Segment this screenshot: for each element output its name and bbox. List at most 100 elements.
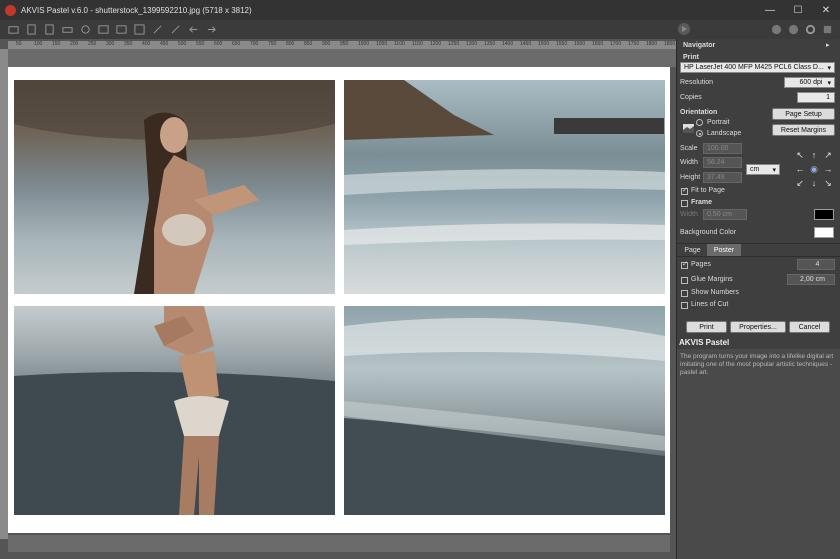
frame-color-swatch[interactable] [814, 209, 834, 220]
ruler-tick-label: 1600 [574, 41, 586, 47]
printer-select-value: HP LaserJet 400 MFP M425 PCL6 Class D... [684, 64, 824, 71]
ruler-tick-label: 100 [34, 41, 43, 47]
run-icon[interactable] [677, 22, 691, 36]
print-icon[interactable] [60, 23, 74, 37]
navigator-header[interactable]: Navigator [683, 42, 715, 49]
copies-field[interactable]: 1 [797, 92, 835, 103]
tab-underline [677, 256, 840, 257]
frame-checkbox[interactable] [681, 200, 688, 207]
ruler-tick-label: 950 [340, 41, 349, 47]
reset-margins-button[interactable]: Reset Margins [772, 124, 835, 136]
landscape-radio[interactable] [696, 130, 703, 137]
pages-checkbox[interactable]: ✓ [681, 261, 688, 269]
resolution-select[interactable]: 600 dpi ▾ [784, 77, 835, 88]
align-bottom-icon[interactable]: ↓ [807, 176, 821, 190]
pages-field[interactable]: 4 [797, 259, 835, 270]
ruler-tick-label: 1100 [394, 41, 405, 47]
toolbar [0, 20, 840, 39]
tab-page[interactable]: Page [680, 244, 705, 256]
ruler-tick-label: 1850 [664, 41, 676, 47]
printer-select[interactable]: HP LaserJet 400 MFP M425 PCL6 Class D...… [680, 62, 835, 73]
redo-icon[interactable] [204, 23, 218, 37]
fit-to-page-label: Fit to Page [691, 187, 725, 194]
chevron-down-icon: ▾ [827, 64, 831, 72]
cancel-button[interactable]: Cancel [789, 321, 830, 333]
maximize-button[interactable]: ☐ [784, 0, 812, 20]
save-as-icon[interactable] [42, 23, 56, 37]
landscape-label: Landscape [707, 130, 742, 137]
info-title: AKVIS Pastel [679, 338, 730, 347]
ruler-tick-label: 1750 [628, 41, 640, 47]
unit-value: cm [750, 166, 760, 173]
portrait-radio[interactable] [696, 119, 703, 126]
page-setup-button[interactable]: Page Setup [772, 108, 835, 120]
eraser-icon[interactable] [168, 23, 182, 37]
align-right-icon[interactable]: → [821, 162, 835, 176]
properties-button[interactable]: Properties... [730, 321, 786, 333]
poster-page-4 [344, 306, 665, 515]
glue-margins-checkbox[interactable] [681, 277, 688, 284]
bg-icon[interactable] [114, 23, 128, 37]
alignment-grid: ↖ ↑ ↗ ← ◉ → ↙ ↓ ↘ [793, 148, 835, 190]
align-left-icon[interactable]: ← [793, 162, 807, 176]
fit-to-page-checkbox[interactable]: ✓ [681, 187, 688, 195]
close-button[interactable]: ✕ [812, 0, 840, 20]
ruler-tick-label: 400 [142, 41, 151, 47]
news-icon[interactable] [820, 22, 834, 36]
ruler-tick-label: 50 [16, 41, 22, 47]
share-icon[interactable] [78, 23, 92, 37]
height-field[interactable]: 37.49 [703, 172, 742, 183]
ruler-tick-label: 1350 [484, 41, 496, 47]
brush-icon[interactable] [150, 23, 164, 37]
ruler-tick-label: 750 [268, 41, 277, 47]
background-color-swatch[interactable] [814, 227, 834, 238]
pages-label: Pages [691, 261, 711, 268]
window-title: AKVIS Pastel v.6.0 - shutterstock_139959… [21, 5, 252, 15]
chevron-down-icon: ▾ [772, 166, 776, 174]
align-top-left-icon[interactable]: ↖ [793, 148, 807, 162]
batch-icon[interactable] [96, 23, 110, 37]
width-field[interactable]: 56.24 [703, 157, 742, 168]
open-icon[interactable] [6, 23, 20, 37]
poster-page-2 [344, 80, 665, 294]
ruler-tick-label: 1550 [556, 41, 568, 47]
ruler-tick-label: 1800 [646, 41, 658, 47]
print-button[interactable]: Print [686, 321, 727, 333]
show-numbers-label: Show Numbers [691, 289, 739, 296]
align-bottom-left-icon[interactable]: ↙ [793, 176, 807, 190]
lines-of-cut-checkbox[interactable] [681, 302, 688, 309]
align-top-icon[interactable]: ↑ [807, 148, 821, 162]
minimize-button[interactable]: — [756, 0, 784, 20]
save-icon[interactable] [24, 23, 38, 37]
ruler-tick-label: 200 [70, 41, 79, 47]
tab-poster[interactable]: Poster [707, 244, 741, 256]
gear-icon[interactable] [803, 22, 817, 36]
undo-icon[interactable] [186, 23, 200, 37]
ruler-tick-label: 350 [124, 41, 133, 47]
help-icon[interactable] [786, 22, 800, 36]
navigator-expand-icon[interactable]: ▸ [826, 41, 830, 49]
align-top-right-icon[interactable]: ↗ [821, 148, 835, 162]
ruler-tick-label: 1000 [358, 41, 370, 47]
orientation-label: Orientation [680, 109, 718, 116]
background-color-label: Background Color [680, 229, 737, 236]
show-numbers-checkbox[interactable] [681, 290, 688, 297]
glue-margins-label: Glue Margins [691, 276, 733, 283]
settings-icon[interactable] [132, 23, 146, 37]
unit-select[interactable]: cm ▾ [746, 164, 780, 175]
print-header: Print [683, 54, 699, 61]
align-bottom-right-icon[interactable]: ↘ [821, 176, 835, 190]
ruler-tick-label: 250 [88, 41, 97, 47]
align-center-icon[interactable]: ◉ [807, 162, 821, 176]
scale-field[interactable]: 100.00 [703, 143, 742, 154]
resolution-value: 600 dpi [799, 79, 823, 86]
ruler-tick-label: 1150 [412, 41, 423, 47]
glue-margins-field[interactable]: 2,00 cm [787, 274, 835, 285]
width-label: Width [680, 159, 698, 166]
ruler-tick-label: 1400 [502, 41, 514, 47]
frame-width-label: Width [680, 211, 698, 218]
info-icon[interactable] [769, 22, 783, 36]
frame-width-field[interactable]: 0,50 cm [703, 209, 747, 220]
copies-label: Copies [680, 94, 702, 101]
ruler-tick-label: 550 [196, 41, 205, 47]
